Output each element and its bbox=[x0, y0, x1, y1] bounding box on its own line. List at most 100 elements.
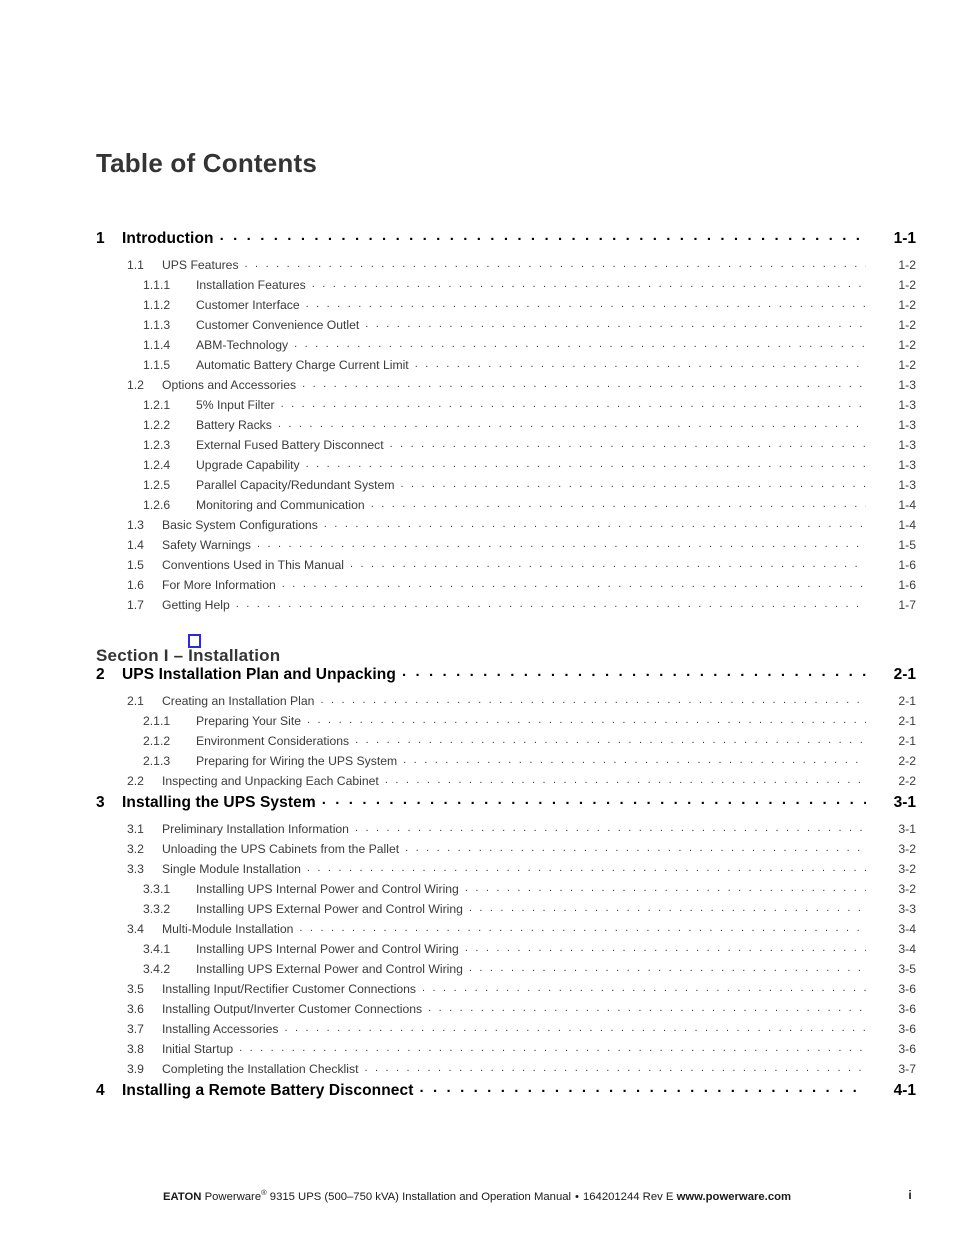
toc-entry-number: 2.1.2 bbox=[143, 734, 171, 748]
toc-entry-row[interactable]: 3.3.2 Installing UPS External Power and C… bbox=[96, 902, 916, 922]
dot-leader bbox=[364, 1062, 866, 1074]
toc-entry-label: Installing UPS Internal Power and Contro… bbox=[196, 882, 459, 896]
toc-entry-number: 1.4 bbox=[127, 538, 144, 552]
toc-entry-row[interactable]: 3.5 Installing Input/Rectifier Customer C… bbox=[96, 982, 916, 1002]
toc-entry-label: Installation Features bbox=[196, 278, 306, 292]
toc-entry-number: 3.7 bbox=[127, 1022, 144, 1036]
toc-entry-number: 3.6 bbox=[127, 1002, 144, 1016]
toc-entry-label: Unloading the UPS Cabinets from the Pall… bbox=[162, 842, 400, 856]
toc-entry-number: 3.4 bbox=[127, 922, 144, 936]
dot-leader bbox=[355, 734, 866, 746]
dot-leader bbox=[401, 478, 867, 490]
dot-leader bbox=[469, 962, 866, 974]
dot-leader bbox=[220, 227, 866, 244]
dot-leader bbox=[299, 922, 866, 934]
toc-entry-page-number: 2-2 bbox=[898, 754, 916, 768]
toc-entry-row[interactable]: 1.6 For More Information 1-6 bbox=[96, 578, 916, 598]
dot-leader bbox=[422, 982, 866, 994]
footer-product: Powerware bbox=[204, 1190, 262, 1203]
toc-entry-row[interactable]: 1.1 UPS Features 1-2 bbox=[96, 258, 916, 278]
toc-entry-page-number: 3-4 bbox=[898, 922, 916, 936]
toc-entry-row[interactable]: 1.2.1 5% Input Filter 1-3 bbox=[96, 398, 916, 418]
toc-entry-page-number: 3-2 bbox=[898, 882, 916, 896]
toc-entry-row[interactable]: 2.1.3 Preparing for Wiring the UPS System… bbox=[96, 754, 916, 774]
dot-leader bbox=[320, 694, 866, 706]
toc-entry-page-number: 3-4 bbox=[898, 942, 916, 956]
toc-entry-row[interactable]: 3.4 Multi-Module Installation 3-4 bbox=[96, 922, 916, 942]
toc-entry-number: 1 bbox=[96, 230, 105, 247]
toc-entry-page-number: 1-6 bbox=[898, 558, 916, 572]
toc-entry-row[interactable]: 3.8 Initial Startup 3-6 bbox=[96, 1042, 916, 1062]
toc-entry-row[interactable]: 3.4.1 Installing UPS Internal Power and C… bbox=[96, 942, 916, 962]
dot-leader bbox=[419, 1079, 866, 1096]
toc-entry-row[interactable]: 1.1.5 Automatic Battery Charge Current Li… bbox=[96, 358, 916, 378]
footer-text: EATON Powerware® 9315 UPS (500–750 kVA) … bbox=[0, 1188, 954, 1203]
toc-entry-row[interactable]: 1.2.5 Parallel Capacity/Redundant System 1… bbox=[96, 478, 916, 498]
toc-entry-page-number: 1-2 bbox=[898, 318, 916, 332]
toc-entry-page-number: 3-1 bbox=[893, 794, 916, 811]
toc-chapter-row[interactable]: 1 Introduction 1-1 bbox=[96, 230, 916, 258]
toc-entry-row[interactable]: 3.3.1 Installing UPS Internal Power and C… bbox=[96, 882, 916, 902]
toc-entry-label: External Fused Battery Disconnect bbox=[196, 438, 384, 452]
toc-entry-number: 2.1.3 bbox=[143, 754, 171, 768]
toc-entry-page-number: 1-2 bbox=[898, 258, 916, 272]
toc-entry-page-number: 2-1 bbox=[898, 714, 916, 728]
toc-entry-row[interactable]: 1.3 Basic System Configurations 1-4 bbox=[96, 518, 916, 538]
toc-entry-number: 2 bbox=[96, 666, 105, 683]
toc-entry-label: Basic System Configurations bbox=[162, 518, 318, 532]
toc-entry-page-number: 2-1 bbox=[898, 694, 916, 708]
toc-entry-number: 1.6 bbox=[127, 578, 144, 592]
dot-leader bbox=[278, 418, 866, 430]
dot-leader bbox=[403, 754, 866, 766]
toc-entry-row[interactable]: 1.2.4 Upgrade Capability 1-3 bbox=[96, 458, 916, 478]
toc-entry-page-number: 1-3 bbox=[898, 418, 916, 432]
toc-entry-page-number: 3-1 bbox=[898, 822, 916, 836]
toc-entry-label: Preparing for Wiring the UPS System bbox=[196, 754, 398, 768]
toc-chapter-row[interactable]: 2 UPS Installation Plan and Unpacking 2-1 bbox=[96, 666, 916, 694]
toc-chapter-row[interactable]: 3 Installing the UPS System 3-1 bbox=[96, 794, 916, 822]
toc-entry-label: Inspecting and Unpacking Each Cabinet bbox=[162, 774, 379, 788]
toc-entry-row[interactable]: 3.1 Preliminary Installation Information 3… bbox=[96, 822, 916, 842]
toc-entry-row[interactable]: 1.2.2 Battery Racks 1-3 bbox=[96, 418, 916, 438]
toc-entry-page-number: 1-2 bbox=[898, 358, 916, 372]
toc-entry-row[interactable]: 1.7 Getting Help 1-7 bbox=[96, 598, 916, 618]
footer-page-number: i bbox=[908, 1188, 912, 1202]
toc-entry-row[interactable]: 1.2 Options and Accessories 1-3 bbox=[96, 378, 916, 398]
dot-leader bbox=[307, 862, 866, 874]
toc-entry-page-number: 1-6 bbox=[898, 578, 916, 592]
dot-leader bbox=[282, 578, 866, 590]
toc-entry-number: 1.1.4 bbox=[143, 338, 171, 352]
toc-entry-row[interactable]: 1.4 Safety Warnings 1-5 bbox=[96, 538, 916, 558]
toc-chapter-row[interactable]: 4 Installing a Remote Battery Disconnect 4… bbox=[96, 1082, 916, 1110]
toc-entry-row[interactable]: 3.7 Installing Accessories 3-6 bbox=[96, 1022, 916, 1042]
toc-entry-page-number: 1-3 bbox=[898, 478, 916, 492]
toc-entry-row[interactable]: 3.3 Single Module Installation 3-2 bbox=[96, 862, 916, 882]
toc-entry-label: Preparing Your Site bbox=[196, 714, 302, 728]
toc-entry-number: 3.3.1 bbox=[143, 882, 171, 896]
toc-entry-row[interactable]: 1.1.4 ABM-Technology 1-2 bbox=[96, 338, 916, 358]
toc-entry-label: Upgrade Capability bbox=[196, 458, 300, 472]
toc-entry-label: Installing Input/Rectifier Customer Conn… bbox=[162, 982, 417, 996]
page-footer: EATON Powerware® 9315 UPS (500–750 kVA) … bbox=[0, 1188, 954, 1208]
toc-entry-label: Customer Interface bbox=[196, 298, 300, 312]
toc-entry-row[interactable]: 3.4.2 Installing UPS External Power and C… bbox=[96, 962, 916, 982]
toc-entry-row[interactable]: 3.6 Installing Output/Inverter Customer C… bbox=[96, 1002, 916, 1022]
toc-entry-row[interactable]: 3.2 Unloading the UPS Cabinets from the P… bbox=[96, 842, 916, 862]
toc-entry-row[interactable]: 1.2.3 External Fused Battery Disconnect 1-… bbox=[96, 438, 916, 458]
toc-entry-row[interactable]: 1.1.2 Customer Interface 1-2 bbox=[96, 298, 916, 318]
toc-entry-row[interactable]: 1.1.1 Installation Features 1-2 bbox=[96, 278, 916, 298]
toc-entry-page-number: 3-6 bbox=[898, 1022, 916, 1036]
toc-entry-number: 1.2 bbox=[127, 378, 144, 392]
toc-entry-row[interactable]: 2.1 Creating an Installation Plan 2-1 bbox=[96, 694, 916, 714]
toc-entry-label: UPS Installation Plan and Unpacking bbox=[122, 666, 396, 683]
toc-entry-row[interactable]: 1.5 Conventions Used in This Manual 1-6 bbox=[96, 558, 916, 578]
toc-entry-row[interactable]: 1.1.3 Customer Convenience Outlet 1-2 bbox=[96, 318, 916, 338]
toc-entry-number: 1.2.3 bbox=[143, 438, 171, 452]
toc-entry-row[interactable]: 2.1.1 Preparing Your Site 2-1 bbox=[96, 714, 916, 734]
toc-entry-row[interactable]: 1.2.6 Monitoring and Communication 1-4 bbox=[96, 498, 916, 518]
toc-entry-row[interactable]: 2.1.2 Environment Considerations 2-1 bbox=[96, 734, 916, 754]
toc-entry-label: Preliminary Installation Information bbox=[162, 822, 349, 836]
registered-mark-icon: ® bbox=[261, 1188, 267, 1197]
toc-entry-number: 3.1 bbox=[127, 822, 144, 836]
toc-entry-label: Installing UPS External Power and Contro… bbox=[196, 962, 463, 976]
